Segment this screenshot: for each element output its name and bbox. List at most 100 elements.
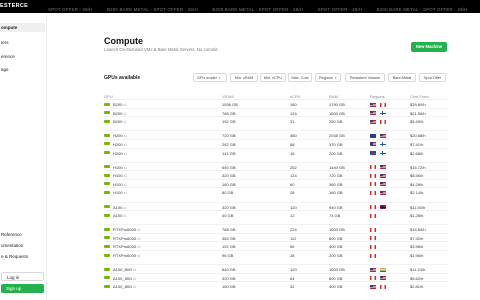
gpu-model-select[interactable]: GPU model ▾ <box>193 73 227 82</box>
sidebar-item-storage[interactable]: age <box>0 65 45 74</box>
promo-text[interactable]: B200 BARE METAL - SPOT OFFER - 28/H <box>377 3 468 13</box>
gpu-model-label: B200 <box>113 110 123 116</box>
new-machine-button[interactable]: New Machine <box>411 42 447 52</box>
cost-cell: $39.60/h <box>410 102 426 107</box>
cost-cell: $5.62/h <box>410 275 424 281</box>
row-divider <box>104 187 448 189</box>
sidebar-item-inference[interactable]: erence <box>0 52 45 61</box>
gpu-count-badge: x1 <box>123 103 127 107</box>
gpu-count-badge: x1 <box>123 165 127 170</box>
gpu-name: RTXPro6000x1 <box>113 236 140 241</box>
nvidia-gpu-icon <box>104 119 110 123</box>
gpu-count-badge: x1 <box>123 111 127 116</box>
promo-text[interactable]: B200 BARE METAL - SPOT OFFER - 28/H <box>107 3 198 13</box>
gpu-model-label: RTXPro6000 <box>113 227 137 233</box>
vcpu-cell: 124 <box>290 110 297 116</box>
bare-metal-filter[interactable]: Bare-Metal <box>388 73 416 82</box>
persistent-volume-filter[interactable]: Persistent Volume <box>345 73 385 82</box>
row-divider <box>104 147 448 149</box>
gpu-model-label: B200 <box>113 102 123 107</box>
ram-cell: 400 GB <box>329 244 343 250</box>
gpu-name: A100x1 <box>113 205 127 210</box>
cost-cell: $15.84/h <box>410 227 426 233</box>
ram-cell: 2048 GB <box>329 133 345 139</box>
gpu-count-badge: x1 <box>123 191 127 196</box>
sidebar-item-documentation[interactable]: umentation <box>0 241 45 250</box>
min-vram-filter[interactable]: Min. vRAM <box>230 73 258 82</box>
ram-cell: 200 GB <box>329 253 343 258</box>
page-subtitle: Launch On-Demand VMs & Bare Metal Server… <box>104 47 219 52</box>
flag-us-icon <box>370 111 376 116</box>
ram-cell: 1600 GB <box>329 267 345 273</box>
vcpu-cell: 224 <box>290 227 297 233</box>
regions-select[interactable]: Regions ▾ <box>315 73 341 82</box>
nvidia-gpu-icon <box>104 111 110 115</box>
sidebar-item-requests[interactable]: e & Requests <box>0 252 45 261</box>
brand-logo[interactable]: ESTERCE <box>0 0 33 13</box>
flag-ca-icon <box>370 236 376 241</box>
login-button[interactable]: Log in <box>1 272 44 281</box>
signup-button[interactable]: Sign up <box>1 284 44 293</box>
sidebar-item-clusters[interactable]: ters <box>0 38 45 47</box>
flag-us-icon <box>370 102 376 107</box>
flag-ca-icon <box>370 173 376 178</box>
gpu-count-badge: x1 <box>123 134 127 139</box>
cost-cell: $16.72/h <box>410 164 426 170</box>
cost-cell: $8.56/h <box>410 173 424 179</box>
nvidia-gpu-icon <box>104 244 110 248</box>
vcpu-cell: 64 <box>290 275 295 281</box>
vcpu-cell: 56 <box>290 244 295 250</box>
vcpu-cell: 480 <box>290 133 297 139</box>
flag-us-icon <box>370 119 376 124</box>
vcpu-cell: 16 <box>290 150 295 156</box>
max-cost-filter[interactable]: Max. Cost <box>288 73 312 82</box>
vcpu-cell: 252 <box>290 164 297 170</box>
gpu-name: H200x1 <box>113 133 127 138</box>
promo-text[interactable]: SPOT OFFER - 28/H <box>318 3 363 13</box>
promo-banner: SPOT OFFER - 28/H B200 BARE METAL - SPOT… <box>0 0 480 13</box>
vram-cell: 640 GB <box>222 164 236 170</box>
row-divider <box>104 178 448 180</box>
gpu-count-badge: x1 <box>133 285 137 290</box>
flag-is-icon <box>370 151 376 155</box>
ram-cell: 180 GB <box>329 190 343 196</box>
gpu-model-label: RTXPro6000 <box>113 235 137 241</box>
promo-text[interactable]: SPOT OFFER - 28/H <box>48 3 93 13</box>
vcpu-cell: 28 <box>290 190 295 196</box>
ram-cell: 800 GB <box>329 235 343 241</box>
gpu-model-label: RTXPro6000 <box>113 253 137 258</box>
flag-ca-icon <box>370 244 376 249</box>
gpu-count-badge: x1 <box>133 276 137 281</box>
cost-cell: $3.96/h <box>410 244 424 250</box>
cost-cell: $21.56/h <box>410 110 426 116</box>
flag-ca-icon <box>380 284 386 289</box>
row-divider <box>104 130 448 132</box>
gpu-model-label: A100 <box>113 213 123 219</box>
flag-ca-icon <box>380 119 386 124</box>
ram-cell: 370 GB <box>329 141 343 147</box>
spot-offer-filter[interactable]: Spot Offer <box>419 73 446 82</box>
gpu-model-label: H200 <box>113 141 123 147</box>
nvidia-gpu-icon <box>104 205 110 208</box>
flag-us-icon <box>380 190 386 195</box>
vcpu-cell: 112 <box>290 235 297 241</box>
gpu-name: RTXPro6000x1 <box>113 253 140 258</box>
gpu-name: B200x1 <box>113 111 127 116</box>
cost-cell: $7.41/h <box>410 141 424 147</box>
nvidia-gpu-icon <box>104 267 110 271</box>
vram-cell: 320 GB <box>222 275 236 281</box>
row-divider <box>104 250 448 251</box>
gpu-name: H100x1 <box>113 173 127 178</box>
promo-text[interactable]: B200 BARE METAL - SPOT OFFER - 28/H <box>212 3 303 13</box>
nvidia-gpu-icon <box>104 133 110 137</box>
nvidia-gpu-icon <box>104 227 110 231</box>
gpu-name: RTXPro6000x1 <box>113 227 140 232</box>
gpu-model-label: A100_80G <box>113 275 133 281</box>
nvidia-gpu-icon <box>104 213 110 217</box>
sidebar-item-compute[interactable]: ompute <box>0 23 45 32</box>
nvidia-gpu-icon <box>104 284 110 288</box>
min-vcpu-filter[interactable]: Min. vCPU <box>260 73 286 82</box>
cost-cell: $2.68/h <box>410 150 424 156</box>
sidebar-item-api-reference[interactable]: Reference <box>0 230 45 239</box>
vcpu-cell: 88 <box>290 141 295 147</box>
